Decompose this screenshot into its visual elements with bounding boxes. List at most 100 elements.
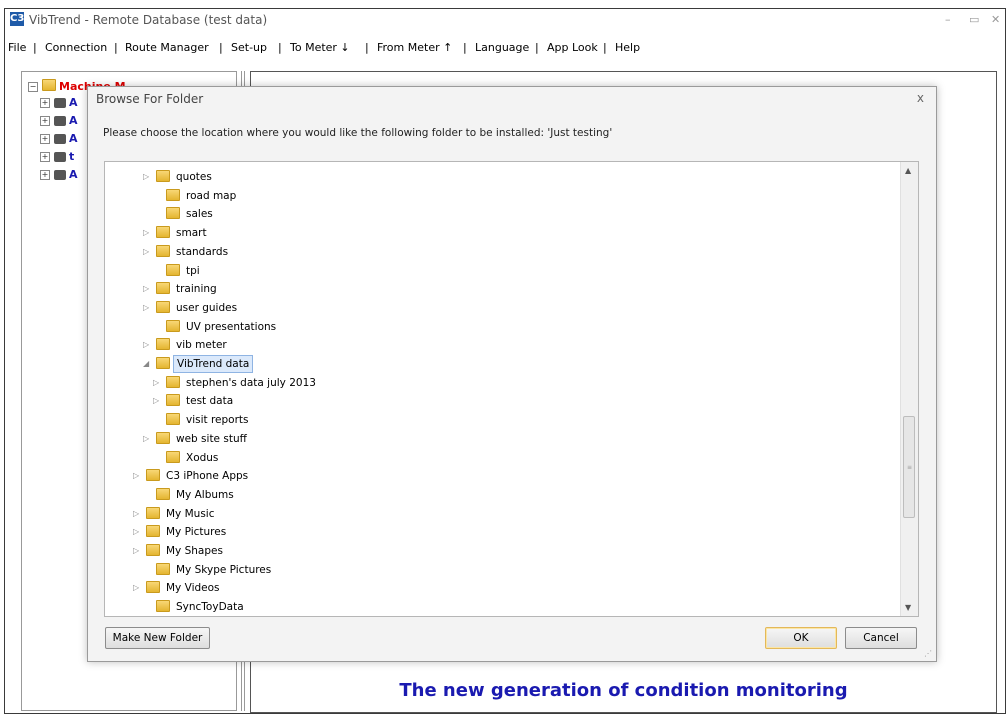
browse-folder-dialog: Browse For Folder x Please choose the lo… bbox=[87, 86, 937, 662]
expand-arrow-icon[interactable]: ▷ bbox=[143, 299, 153, 317]
machine-icon bbox=[54, 98, 66, 108]
collapse-icon[interactable]: − bbox=[28, 82, 38, 92]
folder-icon bbox=[156, 338, 170, 351]
tree-node[interactable]: + A bbox=[40, 114, 78, 128]
expand-arrow-icon[interactable]: ▷ bbox=[143, 280, 153, 298]
expand-arrow-icon[interactable]: ▷ bbox=[153, 392, 163, 410]
tree-node[interactable]: + A bbox=[40, 96, 78, 110]
folder-label: visit reports bbox=[186, 414, 249, 427]
folder-icon bbox=[156, 431, 170, 444]
expand-icon[interactable]: + bbox=[40, 170, 50, 180]
folder-tree[interactable]: ▷ quotes road map sales ▷ smart ▷ standards tpi ▷… bbox=[104, 161, 919, 617]
menu-to-meter[interactable]: To Meter ↓ bbox=[290, 41, 350, 54]
folder-icon bbox=[156, 487, 170, 500]
scroll-up-arrow-icon[interactable]: ▲ bbox=[905, 166, 911, 175]
folder-label: My Albums bbox=[176, 488, 234, 501]
expand-arrow-icon[interactable]: ▷ bbox=[143, 243, 153, 261]
folder-icon bbox=[166, 207, 180, 220]
make-new-folder-button[interactable]: Make New Folder bbox=[105, 627, 210, 649]
menu-language[interactable]: Language bbox=[475, 41, 529, 54]
menu-separator: | bbox=[278, 41, 282, 54]
scroll-thumb[interactable]: ≡ bbox=[903, 416, 915, 518]
expand-arrow-icon[interactable]: ▷ bbox=[143, 336, 153, 354]
folder-label: My Music bbox=[166, 507, 215, 520]
menu-connection[interactable]: Connection bbox=[45, 41, 107, 54]
expand-arrow-icon[interactable]: ▷ bbox=[143, 168, 153, 186]
folder-label: My Pictures bbox=[166, 526, 227, 539]
expand-arrow-icon[interactable]: ▷ bbox=[133, 505, 143, 523]
machine-icon bbox=[54, 152, 66, 162]
folder-icon bbox=[156, 600, 170, 613]
expand-arrow-icon[interactable]: ▷ bbox=[133, 467, 143, 485]
dialog-title: Browse For Folder bbox=[96, 92, 204, 106]
folder-icon bbox=[146, 544, 160, 556]
folder-label: vib meter bbox=[176, 339, 227, 352]
folder-icon bbox=[156, 170, 170, 182]
minimize-button[interactable]: – bbox=[945, 13, 951, 26]
machine-icon bbox=[54, 134, 66, 144]
collapse-arrow-icon[interactable]: ◢ bbox=[143, 355, 153, 373]
machine-icon bbox=[54, 116, 66, 126]
tree-node[interactable]: + A bbox=[40, 168, 78, 182]
tagline-text: The new generation of condition monitori… bbox=[399, 680, 848, 701]
grip-icon: ≡ bbox=[907, 464, 913, 471]
menu-from-meter[interactable]: From Meter ↑ bbox=[377, 41, 452, 54]
folder-label: My Videos bbox=[166, 582, 220, 595]
expand-arrow-icon[interactable]: ▷ bbox=[143, 224, 153, 242]
window-title: VibTrend - Remote Database (test data) bbox=[29, 13, 268, 27]
folder-icon bbox=[146, 525, 160, 538]
folder-icon bbox=[156, 282, 170, 295]
folder-label: My Skype Pictures bbox=[176, 563, 272, 576]
menu-route-manager[interactable]: Route Manager bbox=[125, 41, 209, 54]
folder-label: VibTrend data bbox=[173, 355, 254, 373]
cancel-button[interactable]: Cancel bbox=[845, 627, 917, 649]
folder-label: test data bbox=[186, 395, 234, 408]
dialog-close-button[interactable]: x bbox=[917, 91, 924, 105]
folder-icon bbox=[146, 469, 160, 482]
expand-icon[interactable]: + bbox=[40, 116, 50, 126]
menu-separator: | bbox=[114, 41, 118, 54]
folder-icon bbox=[146, 506, 160, 519]
close-button[interactable]: ✕ bbox=[991, 13, 1000, 26]
menu-separator: | bbox=[603, 41, 607, 54]
ok-button[interactable]: OK bbox=[765, 627, 837, 649]
folder-icon bbox=[156, 226, 170, 239]
expand-icon[interactable]: + bbox=[40, 152, 50, 162]
expand-icon[interactable]: + bbox=[40, 134, 50, 144]
folder-icon bbox=[156, 300, 170, 313]
expand-arrow-icon[interactable]: ▷ bbox=[153, 374, 163, 392]
folder-label: SyncToyData bbox=[176, 601, 244, 614]
app-logo-icon: C3 bbox=[10, 12, 25, 26]
vertical-scrollbar[interactable]: ▲ ≡ ▼ bbox=[900, 162, 918, 616]
menu-help[interactable]: Help bbox=[615, 41, 640, 54]
folder-icon bbox=[156, 357, 170, 369]
menu-separator: | bbox=[365, 41, 369, 54]
machine-icon bbox=[54, 170, 66, 180]
folder-icon bbox=[166, 188, 180, 201]
folder-icon bbox=[156, 562, 170, 575]
folder-label: Xodus bbox=[186, 451, 219, 464]
folder-label: UV presentations bbox=[186, 320, 277, 333]
menu-separator: | bbox=[33, 41, 37, 54]
tree-node[interactable]: + t bbox=[40, 150, 74, 164]
menu-file[interactable]: File bbox=[8, 41, 26, 54]
folder-icon bbox=[156, 244, 170, 257]
menu-separator: | bbox=[463, 41, 467, 54]
expand-arrow-icon[interactable]: ▷ bbox=[133, 523, 143, 541]
title-bar: C3 VibTrend - Remote Database (test data… bbox=[5, 9, 1005, 31]
expand-arrow-icon[interactable]: ▷ bbox=[133, 579, 143, 597]
menu-separator: | bbox=[535, 41, 539, 54]
restore-button[interactable]: ▭ bbox=[969, 13, 979, 26]
expand-arrow-icon[interactable]: ▷ bbox=[143, 430, 153, 448]
resize-grip-icon[interactable]: ⋰ bbox=[924, 649, 932, 658]
menu-app-look[interactable]: App Look bbox=[547, 41, 598, 54]
expand-arrow-icon[interactable]: ▷ bbox=[133, 542, 143, 560]
folder-label: tpi bbox=[186, 264, 200, 277]
folder-label: sales bbox=[186, 208, 213, 221]
tree-node[interactable]: + A bbox=[40, 132, 78, 146]
expand-icon[interactable]: + bbox=[40, 98, 50, 108]
folder-icon bbox=[166, 450, 180, 463]
menu-setup[interactable]: Set-up bbox=[231, 41, 267, 54]
folder-label: training bbox=[176, 283, 217, 296]
scroll-down-arrow-icon[interactable]: ▼ bbox=[905, 603, 911, 612]
